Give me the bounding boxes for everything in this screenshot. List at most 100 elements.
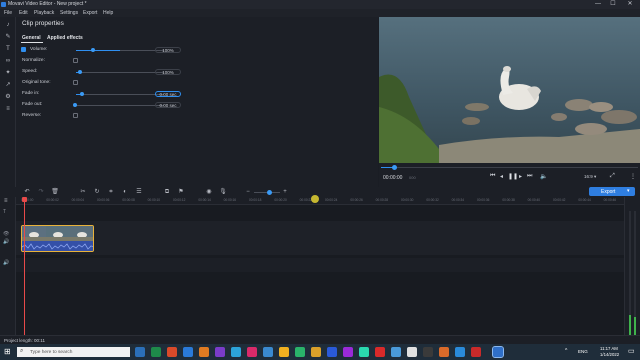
filters-icon[interactable]: ✎ [4, 33, 12, 41]
movavi-taskbar-icon[interactable] [492, 346, 504, 358]
color-adjust-icon[interactable]: ◐ [121, 188, 129, 196]
reverse-checkbox[interactable] [73, 113, 78, 118]
notifications-icon[interactable]: ▭ [628, 347, 635, 355]
app-icon-11[interactable] [343, 347, 353, 357]
close-button[interactable]: ✕ [624, 0, 636, 9]
playhead-handle[interactable] [22, 197, 27, 202]
speed-slider[interactable] [76, 72, 164, 73]
audio-track-icon[interactable]: 🔊 [3, 260, 9, 266]
fade-out-slider-knob[interactable] [73, 103, 77, 107]
fade-in-slider[interactable] [76, 94, 164, 95]
taskbar-time[interactable]: 11:17 AM [600, 346, 618, 351]
normalize-checkbox[interactable] [73, 58, 78, 63]
app-icon-10[interactable] [327, 347, 337, 357]
export-dropdown-icon[interactable]: ▾ [627, 188, 630, 194]
transitions-icon[interactable]: ∞ [4, 57, 12, 65]
skip-back-icon[interactable]: ⏮ [490, 173, 495, 180]
system-tray-arrow-icon[interactable]: ^ [565, 348, 567, 354]
minimize-button[interactable]: — [592, 0, 604, 9]
clip-settings-icon[interactable]: ☰ [135, 188, 143, 196]
task-view-icon[interactable] [135, 347, 145, 357]
delete-icon[interactable]: 🗑 [51, 188, 59, 196]
app-icon-3[interactable] [199, 347, 209, 357]
list-icon[interactable]: ≡ [4, 105, 12, 113]
app-icon-19[interactable] [471, 347, 481, 357]
app-icon-6[interactable] [247, 347, 257, 357]
titles-icon[interactable]: T [4, 45, 12, 53]
stickers-icon[interactable]: ✦ [4, 69, 12, 77]
menu-help[interactable]: Help [103, 10, 113, 16]
timeline-ruler[interactable]: 00:00:00 00:00:02 00:00:04 00:00:06 00:00:08… [16, 197, 624, 205]
app-icon-18[interactable] [455, 347, 465, 357]
language-indicator[interactable]: ENG [578, 349, 588, 354]
more-tools-icon[interactable]: ↗ [4, 81, 12, 89]
rotate-icon[interactable]: ↻ [93, 188, 101, 196]
insert-icon[interactable]: ⧉ [163, 188, 171, 196]
app-icon-12[interactable] [359, 347, 369, 357]
volume-icon[interactable]: 🔈 [540, 173, 547, 180]
app-icon-9[interactable] [311, 347, 321, 357]
record-voice-icon[interactable]: ◉ [205, 188, 213, 196]
menu-playback[interactable]: Playback [34, 10, 54, 16]
skip-forward-icon[interactable]: ⏭ [527, 173, 532, 180]
volume-value[interactable]: 100% [155, 47, 181, 53]
tab-applied-effects[interactable]: Applied effects [47, 35, 83, 41]
menu-edit[interactable]: Edit [19, 10, 28, 16]
app-icon-2[interactable] [183, 347, 193, 357]
app-icon-5[interactable] [231, 347, 241, 357]
video-track[interactable] [16, 221, 624, 255]
title-track-icon[interactable]: T [3, 209, 6, 215]
app-icon-7[interactable] [263, 347, 273, 357]
volume-checkbox[interactable] [21, 47, 26, 52]
play-pause-icon[interactable]: ❚❚ [508, 173, 518, 180]
app-icon-16[interactable] [423, 347, 433, 357]
microphone-icon[interactable]: 🎙 [219, 188, 227, 196]
zoom-out-icon[interactable]: − [244, 188, 252, 196]
fade-out-value[interactable]: 0.00 sec [155, 102, 181, 108]
audio-track[interactable] [16, 258, 624, 272]
playhead-line[interactable] [24, 197, 25, 335]
menu-file[interactable]: File [4, 10, 12, 16]
taskbar-search-box[interactable]: ⌕ Type here to search [17, 347, 130, 357]
video-preview[interactable] [379, 17, 640, 163]
app-icon-14[interactable] [391, 347, 401, 357]
tab-general[interactable]: General [22, 35, 41, 41]
app-icon-17[interactable] [439, 347, 449, 357]
player-progress-knob[interactable] [392, 165, 397, 170]
aspect-ratio-select[interactable]: 16:9 ▾ [584, 174, 596, 180]
video-track-audio-icon[interactable]: 🔊 [3, 239, 9, 245]
fade-in-slider-knob[interactable] [80, 92, 84, 96]
volume-slider-knob[interactable] [91, 48, 95, 52]
app-icon-1[interactable] [167, 347, 177, 357]
zoom-in-icon[interactable]: + [281, 188, 289, 196]
cut-icon[interactable]: ✂ [79, 188, 87, 196]
clip-properties-icon[interactable]: ⚙ [4, 93, 12, 101]
step-back-icon[interactable]: ◂ [500, 173, 503, 180]
app-icon-13[interactable] [375, 347, 385, 357]
video-track-visibility-icon[interactable]: 👁 [3, 231, 9, 237]
fullscreen-icon[interactable]: ⤢ [610, 173, 615, 180]
crop-icon[interactable]: ⌗ [107, 188, 115, 196]
player-progress-track[interactable] [381, 167, 638, 168]
windows-start-icon[interactable]: ⊞ [4, 347, 11, 356]
chrome-icon[interactable] [151, 347, 161, 357]
video-clip[interactable] [21, 225, 94, 252]
fade-out-slider[interactable] [76, 105, 164, 106]
import-icon[interactable]: ♪ [4, 21, 12, 29]
more-options-icon[interactable]: ⋮ [630, 173, 636, 180]
app-icon-15[interactable] [407, 347, 417, 357]
original-tone-checkbox[interactable] [73, 80, 78, 85]
redo-icon[interactable]: ↷ [37, 188, 45, 196]
zoom-slider-knob[interactable] [267, 190, 272, 195]
menu-settings[interactable]: Settings [60, 10, 78, 16]
app-icon-4[interactable] [215, 347, 225, 357]
file-explorer-icon[interactable] [279, 347, 289, 357]
fade-in-value[interactable]: 0.00 sec [155, 91, 181, 97]
speed-slider-knob[interactable] [78, 70, 82, 74]
add-track-icon[interactable]: ≡ [4, 198, 8, 204]
marker-icon[interactable]: ⚑ [177, 188, 185, 196]
taskbar-date[interactable]: 1/14/2022 [600, 352, 619, 357]
step-forward-icon[interactable]: ▸ [519, 173, 522, 180]
speed-value[interactable]: 100% [155, 69, 181, 75]
undo-icon[interactable]: ↶ [23, 188, 31, 196]
